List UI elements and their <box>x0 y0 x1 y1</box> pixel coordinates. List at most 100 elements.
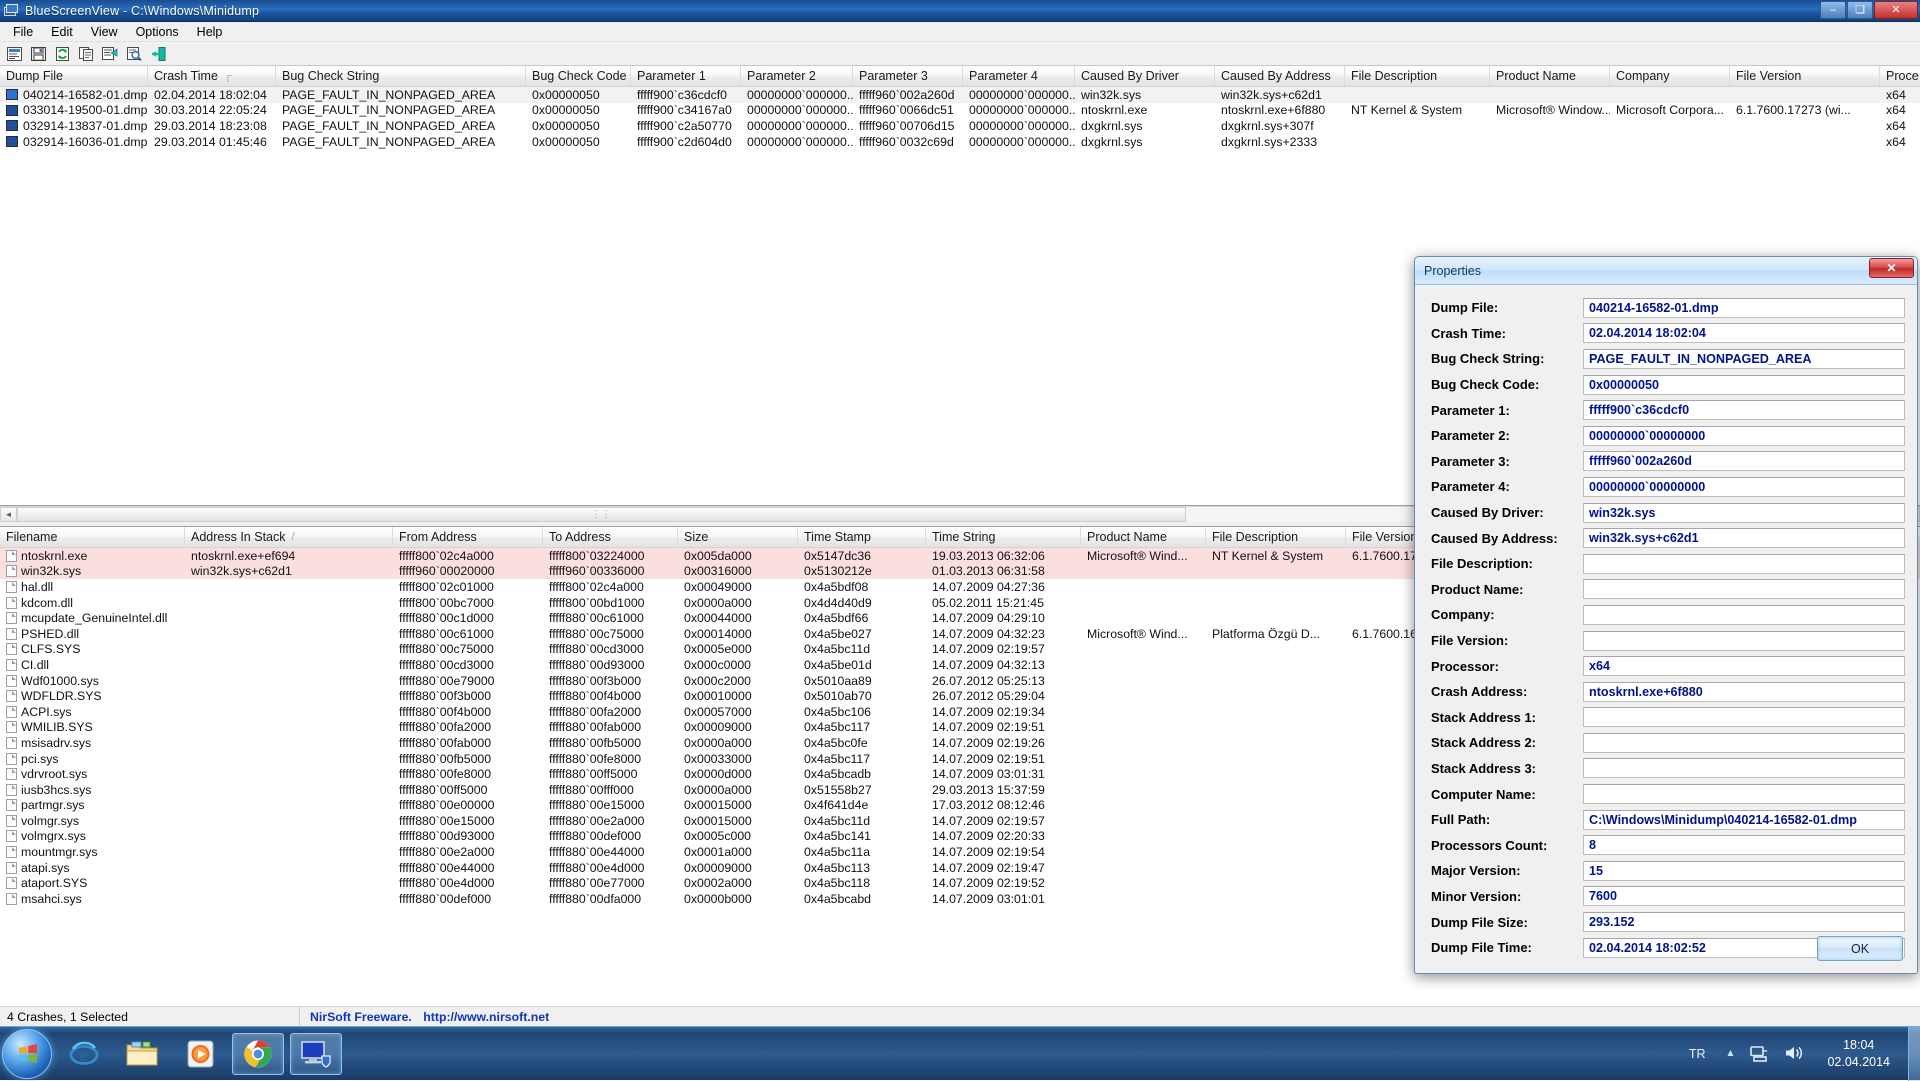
property-value-processors-count[interactable]: 8 <box>1583 835 1905 856</box>
property-value-stack-address-2[interactable] <box>1583 732 1905 753</box>
advanced-options-icon[interactable] <box>99 43 121 64</box>
nirsoft-url-link[interactable]: http://www.nirsoft.net <box>423 1010 549 1024</box>
property-value-caused-by-driver[interactable]: win32k.sys <box>1583 502 1905 523</box>
property-label-file-version: File Version: <box>1431 633 1509 649</box>
property-value-dump-file[interactable]: 040214-16582-01.dmp <box>1583 297 1905 318</box>
property-value-company[interactable] <box>1583 604 1905 625</box>
property-value-stack-address-1[interactable] <box>1583 707 1905 728</box>
taskbar-clock[interactable]: 18:04 02.04.2014 <box>1815 1037 1902 1071</box>
properties-close-button[interactable]: ✕ <box>1869 258 1914 278</box>
network-icon[interactable] <box>1749 1043 1771 1065</box>
column-header-parameter-1[interactable]: Parameter 1 <box>631 66 741 86</box>
table-row[interactable]: 032914-16036-01.dmp 29.03.2014 01:45:46 PA… <box>0 134 1920 150</box>
menu-file[interactable]: File <box>4 23 42 41</box>
copy-icon[interactable] <box>75 43 97 64</box>
cell-text: win32k.sys <box>21 564 82 579</box>
column-header-caused-by-address[interactable]: Caused By Address <box>1215 66 1345 86</box>
crash-list-body[interactable]: 040214-16582-01.dmp 02.04.2014 18:02:04 PA… <box>0 87 1920 149</box>
cell-time-string: 14.07.2009 04:29:10 <box>926 611 1081 625</box>
minimize-button[interactable]: – <box>1820 1 1846 19</box>
property-value-minor-version[interactable]: 7600 <box>1583 886 1905 907</box>
cell-parameter-4: 00000000`000000... <box>963 135 1075 149</box>
close-button[interactable]: ✕ <box>1874 1 1918 19</box>
column-header-file-description[interactable]: File Description <box>1345 66 1490 86</box>
taskbar-media-player[interactable] <box>174 1033 226 1075</box>
property-value-parameter-1[interactable]: fffff900`c36cdcf0 <box>1583 400 1905 421</box>
window-titlebar[interactable]: BlueScreenView - C:\Windows\Minidump – ❑… <box>0 0 1920 22</box>
cell-text: fffff880`00e15000 <box>549 798 645 813</box>
column-header-filename[interactable]: Filename <box>0 527 185 547</box>
maximize-button[interactable]: ❑ <box>1847 1 1873 19</box>
property-value-bug-check-string[interactable]: PAGE_FAULT_IN_NONPAGED_AREA <box>1583 348 1905 369</box>
property-value-product-name[interactable] <box>1583 579 1905 600</box>
cell-text: 14.07.2009 04:27:36 <box>932 579 1045 594</box>
column-header-file-version[interactable]: File Version <box>1730 66 1880 86</box>
property-value-parameter-2[interactable]: 00000000`00000000 <box>1583 425 1905 446</box>
property-value-crash-time[interactable]: 02.04.2014 18:02:04 <box>1583 323 1905 344</box>
taskbar-internet-explorer[interactable]: e <box>58 1033 110 1075</box>
taskbar-google-chrome[interactable] <box>232 1032 284 1075</box>
column-header-parameter-4[interactable]: Parameter 4 <box>963 66 1075 86</box>
cell-text: fffff880`00e44000 <box>549 845 645 860</box>
tray-show-hidden-icons-arrow[interactable]: ▲ <box>1718 1048 1744 1059</box>
menu-help[interactable]: Help <box>188 23 232 41</box>
property-value-parameter-4[interactable]: 00000000`00000000 <box>1583 476 1905 497</box>
taskbar-bluescreenview[interactable] <box>290 1032 342 1075</box>
column-header-product-name[interactable]: Product Name <box>1081 527 1206 547</box>
column-header-time-stamp[interactable]: Time Stamp <box>798 527 926 547</box>
column-header-from-address[interactable]: From Address <box>393 527 543 547</box>
exit-icon[interactable] <box>147 43 169 64</box>
volume-icon[interactable] <box>1783 1043 1805 1065</box>
menu-options[interactable]: Options <box>127 23 188 41</box>
property-value-computer-name[interactable] <box>1583 784 1905 805</box>
table-row[interactable]: 032914-13837-01.dmp 29.03.2014 18:23:08 PA… <box>0 118 1920 134</box>
column-header-company[interactable]: Company <box>1610 66 1730 86</box>
property-value-file-description[interactable] <box>1583 553 1905 574</box>
properties-dialog[interactable]: Properties ✕ Dump File: 040214-16582-01.d… <box>1414 256 1918 974</box>
start-button[interactable] <box>2 1028 52 1079</box>
cell-text: 01.03.2013 06:31:58 <box>932 564 1045 579</box>
property-value-stack-address-3[interactable] <box>1583 758 1905 779</box>
property-value-dump-file-size[interactable]: 293.152 <box>1583 912 1905 933</box>
refresh-icon[interactable] <box>51 43 73 64</box>
cell-text: 0x00000050 <box>532 118 600 133</box>
column-header-size[interactable]: Size <box>678 527 798 547</box>
property-value-full-path[interactable]: C:\Windows\Minidump\040214-16582-01.dmp <box>1583 809 1905 830</box>
crash-list-header[interactable]: Dump File Crash Time ┌ Bug Check String Bug … <box>0 66 1920 87</box>
property-value-caused-by-address[interactable]: win32k.sys+c62d1 <box>1583 528 1905 549</box>
column-header-address-in-stack[interactable]: Address In Stack / <box>185 527 393 547</box>
show-desktop-button[interactable] <box>1908 1026 1920 1081</box>
column-header-proce[interactable]: Proce <box>1880 66 1920 86</box>
save-icon[interactable] <box>27 43 49 64</box>
column-header-crash-time[interactable]: Crash Time ┌ <box>148 66 276 86</box>
property-value-major-version[interactable]: 15 <box>1583 860 1905 881</box>
ok-button[interactable]: OK <box>1817 936 1903 961</box>
properties-icon[interactable] <box>3 43 25 64</box>
table-row[interactable]: 040214-16582-01.dmp 02.04.2014 18:02:04 PA… <box>0 87 1920 103</box>
hscroll-left-arrow[interactable]: ◄ <box>0 507 17 522</box>
property-value-crash-address[interactable]: ntoskrnl.exe+6f880 <box>1583 681 1905 702</box>
taskbar-windows-explorer[interactable] <box>116 1033 168 1075</box>
column-header-parameter-3[interactable]: Parameter 3 <box>853 66 963 86</box>
column-header-time-string[interactable]: Time String <box>926 527 1081 547</box>
column-header-caused-by-driver[interactable]: Caused By Driver <box>1075 66 1215 86</box>
properties-titlebar[interactable]: Properties ✕ <box>1415 257 1917 285</box>
column-header-dump-file[interactable]: Dump File <box>0 66 148 86</box>
property-value-bug-check-code[interactable]: 0x00000050 <box>1583 374 1905 395</box>
column-header-label: File Description <box>1212 530 1299 544</box>
menu-view[interactable]: View <box>82 23 127 41</box>
property-value-file-version[interactable] <box>1583 630 1905 651</box>
menu-edit[interactable]: Edit <box>42 23 82 41</box>
property-value-processor[interactable]: x64 <box>1583 656 1905 677</box>
tray-language-indicator[interactable]: TR <box>1677 1047 1718 1061</box>
column-header-parameter-2[interactable]: Parameter 2 <box>741 66 853 86</box>
column-header-product-name[interactable]: Product Name <box>1490 66 1610 86</box>
table-row[interactable]: 033014-19500-01.dmp 30.03.2014 22:05:24 PA… <box>0 103 1920 119</box>
column-header-bug-check-code[interactable]: Bug Check Code <box>526 66 631 86</box>
column-header-to-address[interactable]: To Address <box>543 527 678 547</box>
property-value-parameter-3[interactable]: fffff960`002a260d <box>1583 451 1905 472</box>
column-header-file-description[interactable]: File Description <box>1206 527 1346 547</box>
column-header-bug-check-string[interactable]: Bug Check String <box>276 66 526 86</box>
hscroll-thumb[interactable]: ⋮⋮ <box>17 507 1187 522</box>
find-icon[interactable] <box>123 43 145 64</box>
